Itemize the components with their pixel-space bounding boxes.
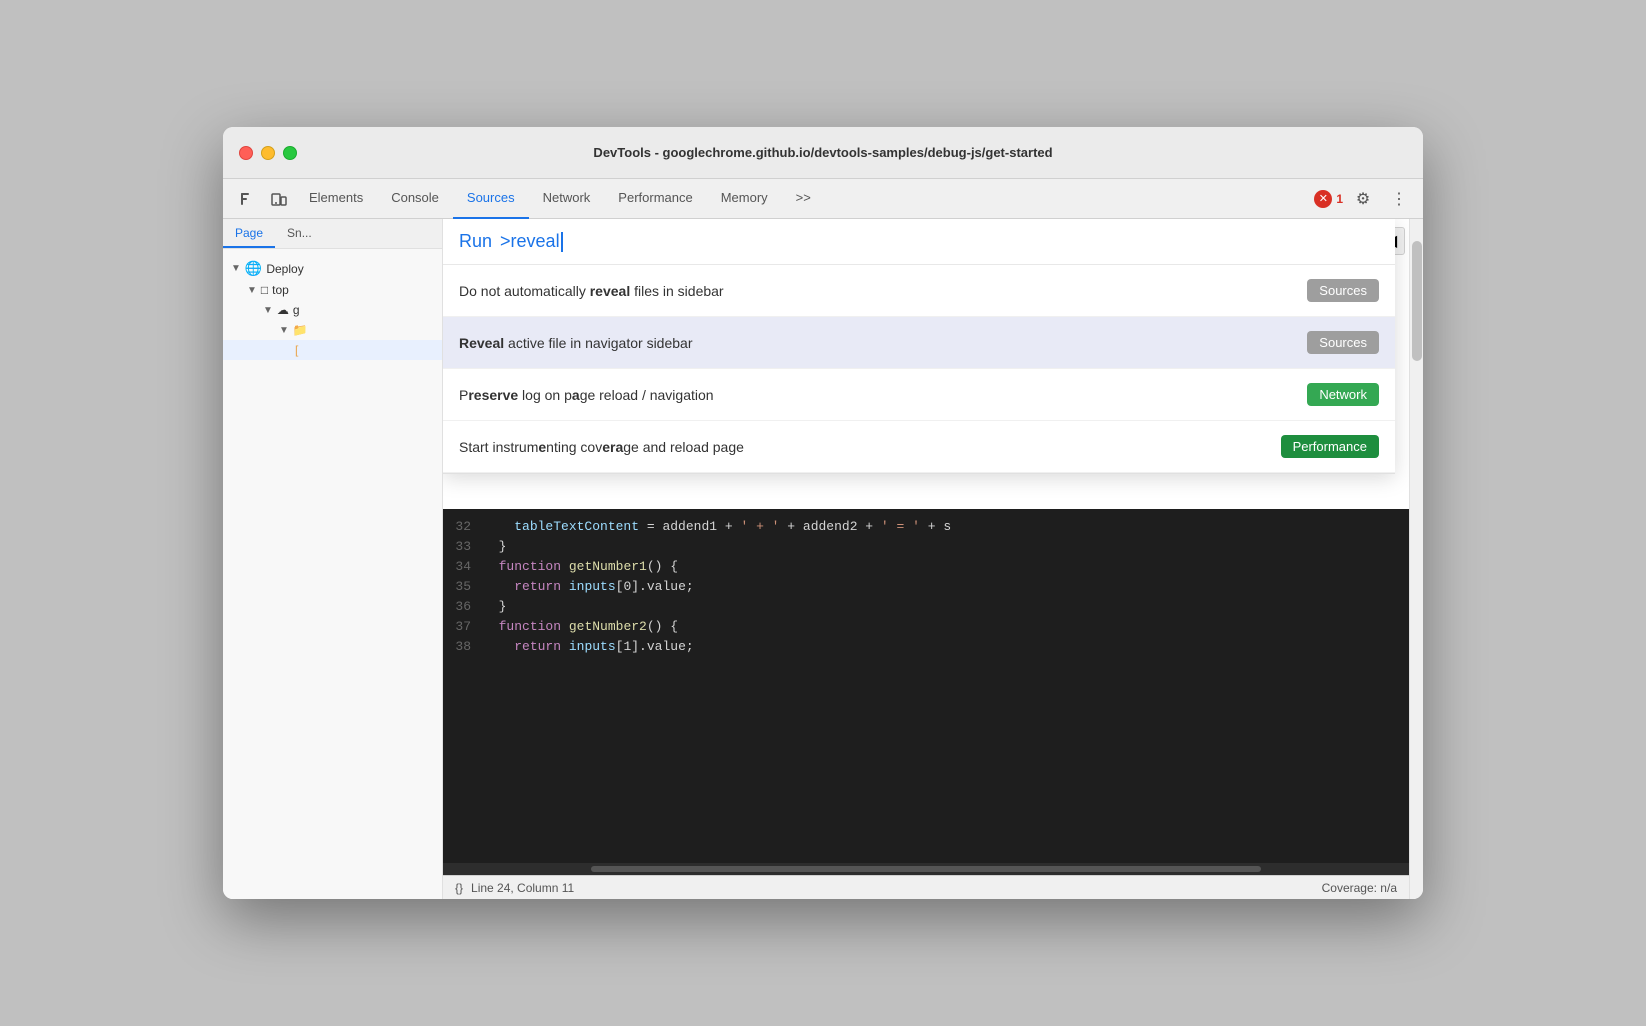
- status-bar: {} Line 24, Column 11 Coverage: n/a: [443, 875, 1409, 899]
- minimize-button[interactable]: [261, 146, 275, 160]
- tree-arrow: ▼: [279, 325, 289, 336]
- folder-icon: 📁: [293, 323, 308, 337]
- tab-network[interactable]: Network: [529, 179, 605, 219]
- vertical-scrollbar[interactable]: [1409, 219, 1423, 899]
- braces-icon[interactable]: {}: [455, 881, 463, 895]
- tab-console[interactable]: Console: [377, 179, 453, 219]
- command-result-3[interactable]: Preserve log on page reload / navigation…: [443, 369, 1395, 421]
- command-result-1[interactable]: Do not automatically reveal files in sid…: [443, 265, 1395, 317]
- tab-memory[interactable]: Memory: [707, 179, 782, 219]
- left-sidebar: Page Sn... ▼ 🌐 Deploy ▼ □ top ▼: [223, 219, 443, 899]
- run-label: Run: [459, 231, 492, 252]
- sidebar-tabs: Page Sn...: [223, 219, 442, 249]
- settings-icon[interactable]: ⚙: [1347, 183, 1379, 215]
- code-line-36: 36 }: [443, 597, 1409, 617]
- command-result-4[interactable]: Start instrumenting coverage and reload …: [443, 421, 1395, 473]
- traffic-lights: [239, 146, 297, 160]
- window-title: DevTools - googlechrome.github.io/devtoo…: [593, 145, 1052, 160]
- cursor-icon[interactable]: [231, 183, 263, 215]
- close-button[interactable]: [239, 146, 253, 160]
- coverage-status: Coverage: n/a: [1322, 881, 1397, 895]
- devtools-tab-bar: Elements Console Sources Network Perform…: [223, 179, 1423, 219]
- result-text-1: Do not automatically reveal files in sid…: [459, 283, 1307, 299]
- sidebar-tree: ▼ 🌐 Deploy ▼ □ top ▼ ☁ g ▼ 📁: [223, 249, 442, 368]
- title-bar: DevTools - googlechrome.github.io/devtoo…: [223, 127, 1423, 179]
- tab-sources[interactable]: Sources: [453, 179, 529, 219]
- text-cursor: [561, 232, 563, 252]
- tab-performance[interactable]: Performance: [604, 179, 706, 219]
- tree-item-g[interactable]: ▼ ☁ g: [223, 300, 442, 320]
- tree-item-deploy[interactable]: ▼ 🌐 Deploy: [223, 257, 442, 280]
- tabs-right-controls: ✕ 1 ⚙ ⋮: [1314, 183, 1415, 215]
- tab-elements[interactable]: Elements: [295, 179, 377, 219]
- result-text-3: Preserve log on page reload / navigation: [459, 387, 1307, 403]
- result-tag-4[interactable]: Performance: [1281, 435, 1379, 458]
- sidebar-tab-page[interactable]: Page: [223, 219, 275, 248]
- code-line-33: 33 }: [443, 537, 1409, 557]
- status-bar-left: {} Line 24, Column 11: [455, 881, 574, 895]
- command-palette: Run >reveal Do not automatically reveal …: [443, 219, 1395, 474]
- tree-arrow: ▼: [247, 285, 257, 296]
- deploy-icon: 🌐: [245, 260, 262, 277]
- result-tag-2[interactable]: Sources: [1307, 331, 1379, 354]
- top-icon: □: [261, 283, 268, 297]
- command-input-row: Run >reveal: [443, 219, 1395, 265]
- g-icon: ☁: [277, 303, 289, 317]
- code-editor[interactable]: 32 tableTextContent = addend1 + ' + ' + …: [443, 509, 1409, 863]
- maximize-button[interactable]: [283, 146, 297, 160]
- file-icon: [: [295, 343, 298, 357]
- more-options-icon[interactable]: ⋮: [1383, 183, 1415, 215]
- code-line-38: 38 return inputs[1].value;: [443, 637, 1409, 657]
- error-badge: ✕: [1314, 190, 1332, 208]
- device-toggle-icon[interactable]: [263, 183, 295, 215]
- tree-arrow: ▼: [231, 263, 241, 274]
- devtools-body: Page Sn... ▼ 🌐 Deploy ▼ □ top ▼: [223, 219, 1423, 899]
- result-tag-3[interactable]: Network: [1307, 383, 1379, 406]
- tab-more[interactable]: >>: [782, 179, 825, 219]
- result-text-4: Start instrumenting coverage and reload …: [459, 439, 1281, 455]
- code-area: Run >reveal Do not automatically reveal …: [443, 219, 1409, 899]
- result-text-2: Reveal active file in navigator sidebar: [459, 335, 1307, 351]
- command-result-2[interactable]: Reveal active file in navigator sidebar …: [443, 317, 1395, 369]
- command-input[interactable]: >reveal: [500, 231, 563, 252]
- tree-item-file[interactable]: [: [223, 340, 442, 360]
- error-count: 1: [1336, 192, 1343, 206]
- tree-item-folder[interactable]: ▼ 📁: [223, 320, 442, 340]
- code-line-35: 35 return inputs[0].value;: [443, 577, 1409, 597]
- tree-item-top[interactable]: ▼ □ top: [223, 280, 442, 300]
- code-line-37: 37 function getNumber2() {: [443, 617, 1409, 637]
- tree-arrow: ▼: [263, 305, 273, 316]
- code-line-32: 32 tableTextContent = addend1 + ' + ' + …: [443, 517, 1409, 537]
- horizontal-scrollbar[interactable]: [443, 863, 1409, 875]
- scrollbar-thumb: [1412, 241, 1422, 361]
- sidebar-tab-snippets[interactable]: Sn...: [275, 219, 324, 248]
- scrollbar-track: [591, 866, 1262, 872]
- devtools-window: DevTools - googlechrome.github.io/devtoo…: [223, 127, 1423, 899]
- cursor-position: Line 24, Column 11: [471, 881, 574, 895]
- code-line-34: 34 function getNumber1() {: [443, 557, 1409, 577]
- result-tag-1[interactable]: Sources: [1307, 279, 1379, 302]
